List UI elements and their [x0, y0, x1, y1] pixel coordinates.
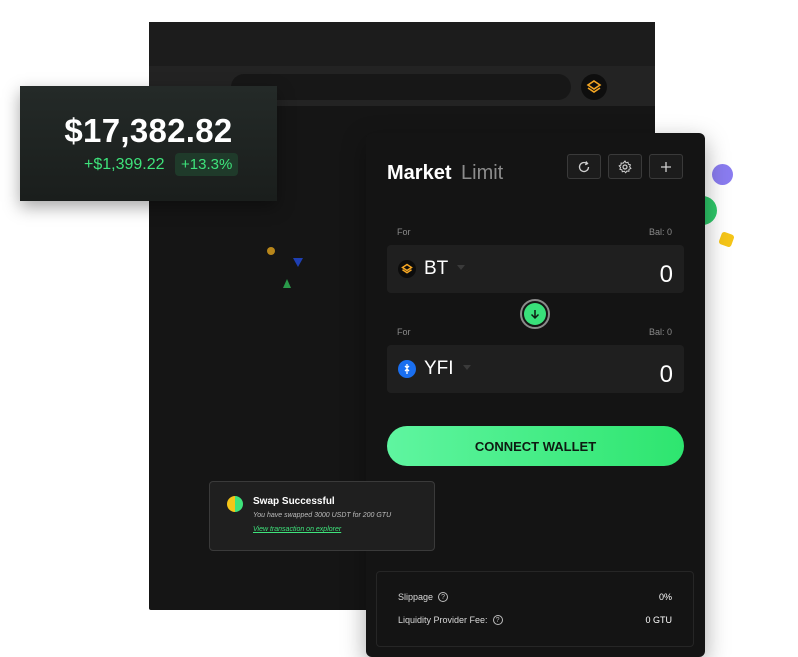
decorative-purple-dot [712, 164, 733, 185]
settings-button[interactable] [608, 154, 642, 179]
help-icon[interactable]: ? [492, 615, 503, 625]
tab-limit[interactable]: Limit [461, 162, 503, 185]
slippage-label: Slippage [398, 592, 434, 602]
to-balance: Bal: 0 [648, 327, 672, 337]
swap-success-toast: Swap Successful You have swapped 3000 US… [209, 481, 435, 551]
to-token-field[interactable]: YFI 0 [387, 345, 684, 393]
add-button[interactable] [649, 154, 683, 179]
slippage-value: 0% [658, 592, 672, 602]
swap-direction-button[interactable] [520, 299, 550, 329]
toast-title: Swap Successful [253, 496, 335, 507]
connect-wallet-button[interactable]: CONNECT WALLET [387, 426, 684, 466]
to-amount[interactable]: 0 [660, 361, 673, 389]
balance-value: $17,382.82 [64, 112, 233, 149]
app-logo-icon[interactable] [581, 74, 607, 100]
confetti-dot [267, 247, 275, 255]
plus-icon [661, 161, 671, 172]
chevron-down-icon[interactable] [457, 265, 465, 270]
view-transaction-link[interactable]: View transaction on explorer [253, 526, 341, 533]
from-label: For [397, 227, 411, 237]
confetti-triangle [293, 258, 303, 267]
swap-details: Slippage ? 0% Liquidity Provider Fee: ? … [376, 571, 694, 647]
bt-token-icon [398, 260, 416, 278]
to-token-name[interactable]: YFI [424, 358, 454, 380]
chevron-down-icon[interactable] [463, 365, 471, 370]
fee-row: Liquidity Provider Fee: ? [398, 615, 503, 625]
tab-market[interactable]: Market [387, 162, 451, 185]
from-balance: Bal: 0 [648, 227, 672, 237]
slippage-row: Slippage ? [398, 592, 449, 602]
fee-label: Liquidity Provider Fee: [398, 615, 488, 625]
yfi-token-icon [398, 360, 416, 378]
from-token-name[interactable]: BT [424, 258, 448, 280]
success-status-icon [227, 496, 243, 512]
address-bar[interactable] [231, 74, 571, 100]
confetti-triangle [283, 279, 291, 288]
arrow-down-icon [530, 310, 540, 320]
toast-message: You have swapped 3000 USDT for 200 GTU [253, 512, 392, 519]
from-amount[interactable]: 0 [660, 261, 673, 289]
fee-value: 0 GTU [645, 615, 672, 625]
portfolio-balance-card: $17,382.82 +$1,399.22 +13.3% [20, 86, 277, 201]
decorative-yellow-square [718, 231, 735, 248]
gear-icon [618, 159, 632, 173]
help-icon[interactable]: ? [438, 592, 449, 602]
window-titlebar [149, 22, 655, 66]
to-label: For [397, 327, 411, 337]
from-token-field[interactable]: BT 0 [387, 245, 684, 293]
refresh-button[interactable] [567, 154, 601, 179]
balance-change: +$1,399.22 [84, 156, 165, 173]
swap-panel: Market Limit For Bal: 0 BT 0 For Bal: 0 … [366, 133, 705, 657]
balance-change-percent: +13.3% [175, 153, 239, 176]
refresh-icon [578, 160, 590, 172]
